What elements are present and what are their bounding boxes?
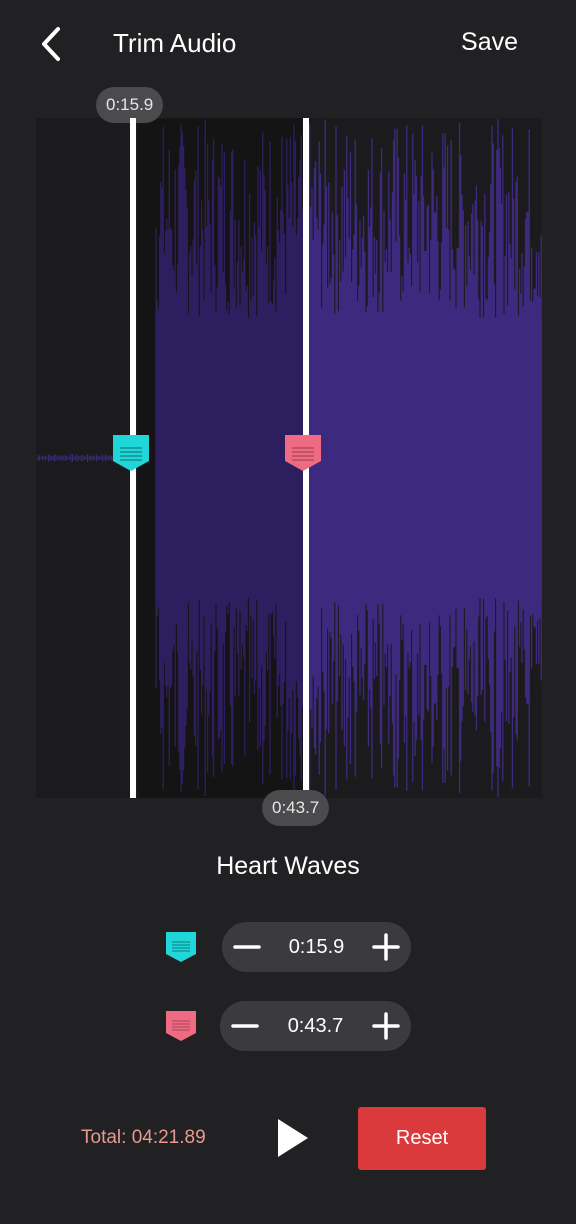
save-button[interactable]: Save [461, 28, 518, 57]
chevron-left-icon [42, 27, 60, 61]
end-time-value: 0:43.7 [287, 1015, 344, 1037]
start-time-row: 0:15.9 [0, 922, 576, 972]
plus-icon [372, 933, 400, 961]
end-time-bubble: 0:43.7 [262, 790, 330, 826]
end-time-stepper: 0:43.7 [220, 1001, 411, 1051]
end-time-row: 0:43.7 [0, 1001, 576, 1051]
start-plus-button[interactable] [361, 922, 411, 972]
header: Trim Audio Save [0, 0, 576, 90]
minus-icon [231, 1024, 259, 1028]
end-plus-button[interactable] [361, 1001, 411, 1051]
back-button[interactable] [36, 24, 72, 64]
plus-icon [372, 1012, 400, 1040]
track-name: Heart Waves [216, 852, 360, 880]
start-time-value: 0:15.9 [288, 936, 345, 958]
reset-button[interactable]: Reset [358, 1107, 486, 1170]
start-marker-icon [166, 932, 196, 962]
end-marker-icon [166, 1011, 196, 1041]
total-duration: Total: 04:21.89 [81, 1127, 206, 1148]
start-time-stepper: 0:15.9 [222, 922, 411, 972]
end-marker-icon[interactable] [283, 435, 323, 471]
play-icon [278, 1119, 308, 1157]
play-button[interactable] [272, 1116, 312, 1160]
page-title: Trim Audio [113, 28, 237, 58]
start-marker-icon[interactable] [111, 435, 151, 471]
end-minus-button[interactable] [220, 1001, 270, 1051]
minus-icon [233, 945, 261, 949]
start-minus-button[interactable] [222, 922, 272, 972]
